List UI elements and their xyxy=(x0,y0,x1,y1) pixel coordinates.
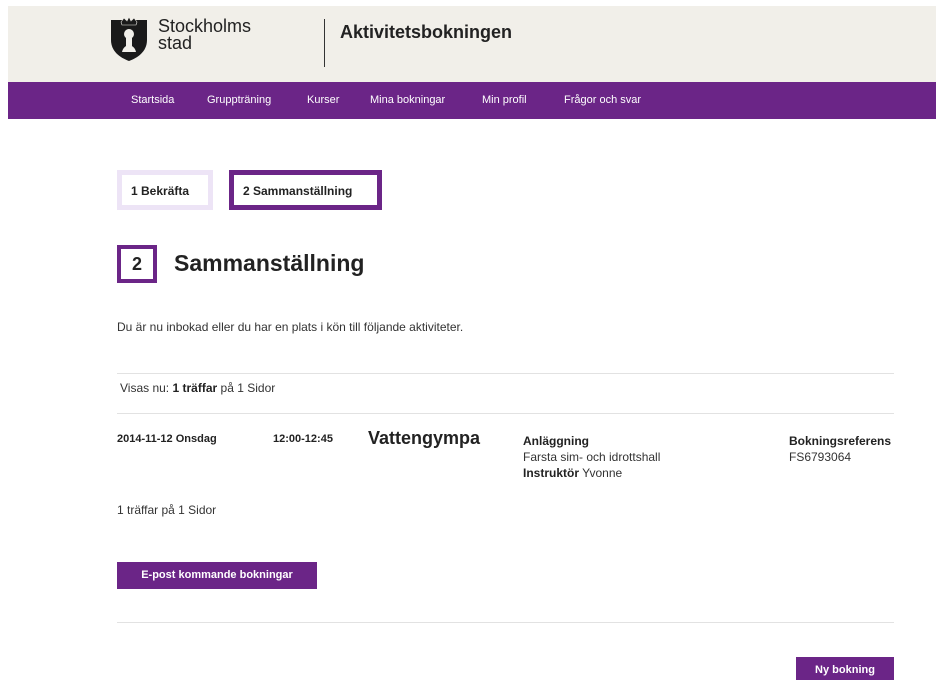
facility-value: Farsta sim- och idrottshall xyxy=(523,450,661,464)
reference-label: Bokningsreferens xyxy=(789,434,892,448)
stockholm-crest-logo[interactable] xyxy=(109,16,149,62)
results-prefix: Visas nu: xyxy=(120,381,170,395)
nav-item-fragor-och-svar[interactable]: Frågor och svar xyxy=(564,94,641,106)
logo-wordmark[interactable]: Stockholms stad xyxy=(158,17,251,53)
results-summary-top: Visas nu: 1 träffar på 1 Sidor xyxy=(120,381,275,395)
logo-line-2: stad xyxy=(158,33,193,53)
facility-label: Anläggning xyxy=(523,434,589,448)
page-title: Sammanställning xyxy=(174,250,365,276)
nav-item-min-profil[interactable]: Min profil xyxy=(482,94,527,106)
booking-time: 12:00-12:45 xyxy=(273,433,333,445)
nav-item-mina-bokningar[interactable]: Mina bokningar xyxy=(370,94,445,106)
confirmation-text: Du är nu inbokad eller du har en plats i… xyxy=(117,320,464,334)
results-summary-bottom: 1 träffar på 1 Sidor xyxy=(117,503,217,517)
results-hits: 1 träffar xyxy=(172,381,218,395)
booking-facility-block: Anläggning Farsta sim- och idrottshall I… xyxy=(523,433,660,481)
instructor-line: Instruktör Yvonne xyxy=(523,465,660,481)
email-upcoming-bookings-button[interactable]: E-post kommande bokningar xyxy=(117,562,317,589)
booking-date: 2014-11-12 Onsdag xyxy=(117,433,217,445)
nav-item-grupptraning[interactable]: Gruppträning xyxy=(207,94,271,106)
instructor-value: Yvonne xyxy=(582,466,623,480)
divider xyxy=(117,622,894,623)
new-booking-button[interactable]: Ny bokning xyxy=(796,657,894,680)
header-divider xyxy=(324,19,325,67)
main-nav: Startsida Gruppträning Kurser Mina bokni… xyxy=(8,82,936,119)
section-number-badge: 2 xyxy=(117,245,157,283)
results-suffix: på 1 Sidor xyxy=(220,381,276,395)
instructor-label: Instruktör xyxy=(523,466,580,480)
nav-item-startsida[interactable]: Startsida xyxy=(131,94,174,106)
reference-value: FS6793064 xyxy=(789,450,852,464)
step-bekrafta[interactable]: 1 Bekräfta xyxy=(117,170,213,210)
app-title: Aktivitetsbokningen xyxy=(340,22,513,42)
booking-reference-block: Bokningsreferens FS6793064 xyxy=(789,433,891,465)
step-sammanstallning[interactable]: 2 Sammanställning xyxy=(229,170,382,210)
booking-activity-name[interactable]: Vattengympa xyxy=(368,428,480,449)
nav-item-kurser[interactable]: Kurser xyxy=(307,94,339,106)
divider xyxy=(117,413,894,414)
divider xyxy=(117,373,894,374)
